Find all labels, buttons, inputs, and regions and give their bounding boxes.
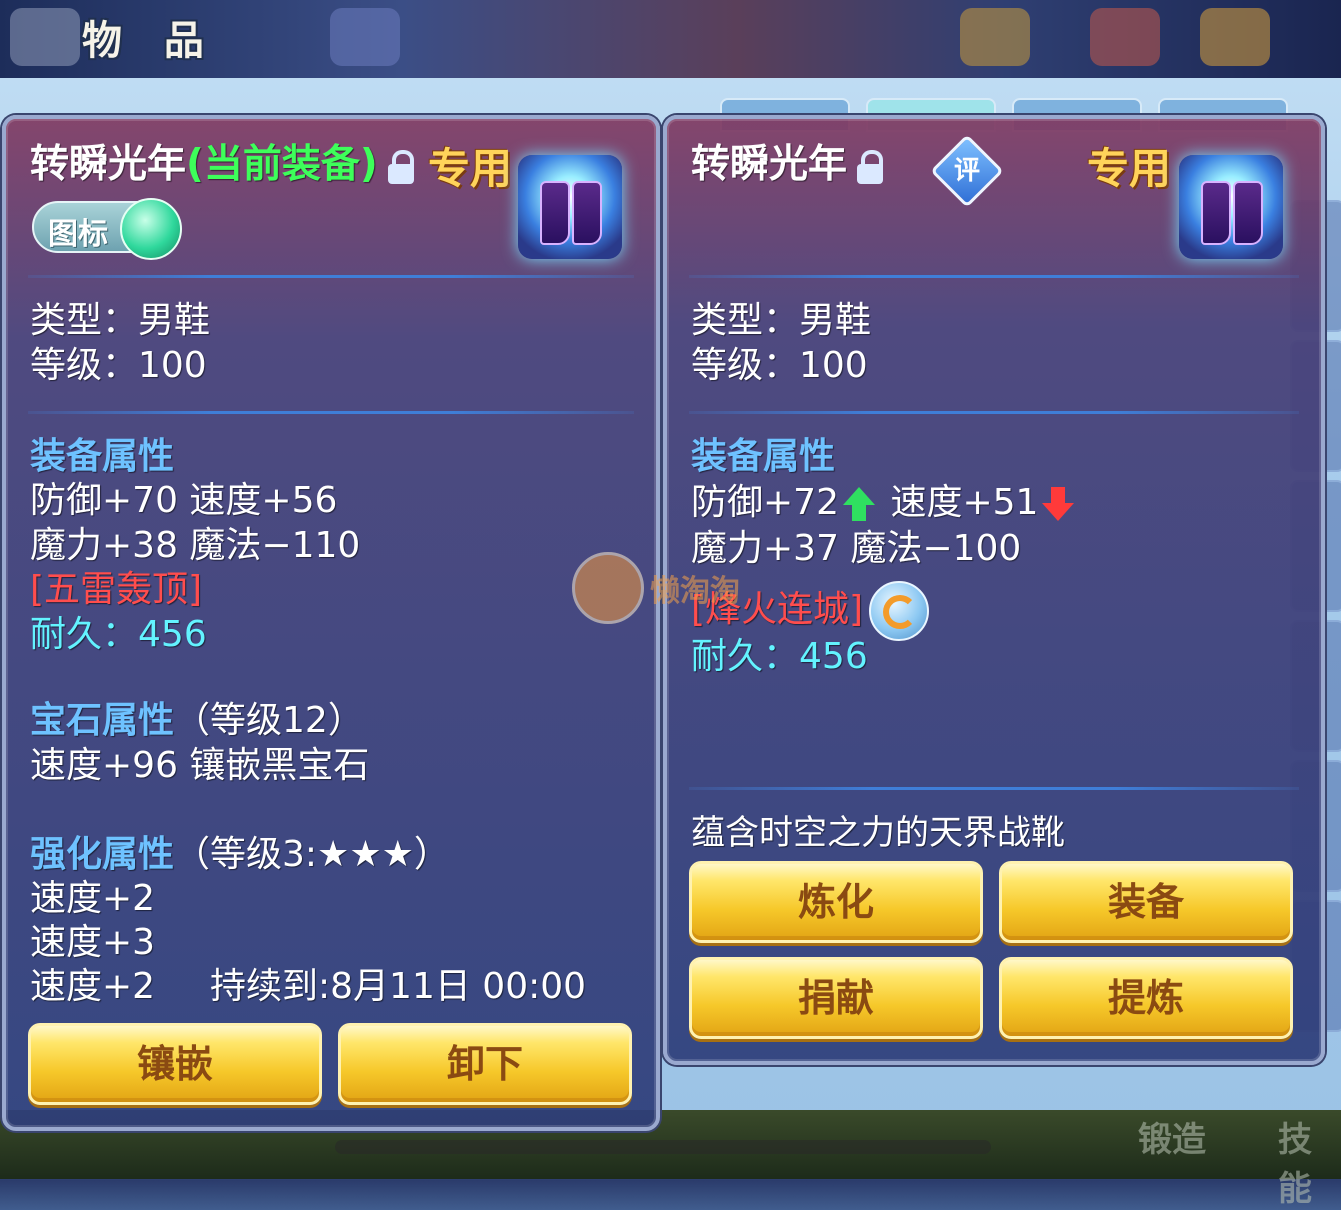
enhance-heading-line: 强化属性（等级3:★★★） xyxy=(30,833,450,877)
special-skill: [五雷轰顶] xyxy=(30,569,203,610)
durability-value: 456 xyxy=(138,614,207,655)
bottom-tab-skills[interactable]: 技能 xyxy=(1278,1112,1341,1210)
equip-attr-heading: 装备属性 xyxy=(691,436,836,477)
bottom-tab-forge[interactable]: 锻造 xyxy=(1138,1112,1206,1161)
scrollbar[interactable] xyxy=(335,1140,991,1154)
gem-heading: 宝石属性 xyxy=(30,700,175,741)
enhance-line: 速度+2 xyxy=(30,966,156,1007)
divider xyxy=(28,411,634,414)
defense-stat: 防御+72 xyxy=(691,482,839,523)
exclusive-label: 专用 xyxy=(428,144,513,193)
item-name: 转瞬光年 xyxy=(30,142,187,187)
refine-button[interactable]: 炼化 xyxy=(689,861,983,943)
equip-attr-line2: 魔力+37 魔法−100 xyxy=(691,528,1022,569)
item-title: 转瞬光年 xyxy=(691,142,884,187)
equip-attr-line1: 防御+72 速度+51 xyxy=(691,481,1078,525)
extract-button[interactable]: 提炼 xyxy=(999,957,1293,1039)
item-description: 蕴含时空之力的天界战靴 xyxy=(691,813,1065,853)
enhance-line: 速度+3 xyxy=(30,922,156,963)
arrow-down-icon xyxy=(1042,487,1075,521)
level-line: 等级：100 xyxy=(30,345,207,386)
banner-decoration xyxy=(10,8,80,66)
item-title: 转瞬光年(当前装备) xyxy=(30,143,414,187)
watermark-text: 懒淘淘 xyxy=(650,574,740,609)
boots-icon xyxy=(518,155,622,259)
inlay-button[interactable]: 镶嵌 xyxy=(28,1023,322,1105)
equip-attr-line1: 防御+70 速度+56 xyxy=(30,480,338,521)
toggle-knob-icon xyxy=(120,198,182,260)
enhance-line: 速度+2 xyxy=(30,878,156,919)
arrow-up-icon xyxy=(842,487,875,521)
lock-icon xyxy=(857,149,884,184)
durability-label: 耐久： xyxy=(30,614,139,655)
icon-toggle[interactable]: 图标 xyxy=(32,198,182,260)
durability-label: 耐久： xyxy=(691,636,800,677)
gem-line: 速度+96 镶嵌黑宝石 xyxy=(30,745,370,786)
item-name: 转瞬光年 xyxy=(691,142,848,187)
type-line: 类型：男鞋 xyxy=(691,300,872,341)
equip-attr-heading: 装备属性 xyxy=(30,436,175,477)
banner-decoration xyxy=(330,8,400,66)
icon-toggle-label: 图标 xyxy=(48,217,108,252)
gem-heading-line: 宝石属性（等级12） xyxy=(30,699,364,743)
enhance-expiry: 持续到:8月11日 00:00 xyxy=(210,966,587,1007)
lock-icon xyxy=(387,149,414,184)
gem-level: （等级12） xyxy=(174,700,364,741)
page-title: 物 品 xyxy=(82,17,218,64)
divider xyxy=(689,411,1299,414)
durability-value: 456 xyxy=(799,636,868,677)
durability-line: 耐久：456 xyxy=(691,635,868,679)
enhance-level: （等级3:★★★） xyxy=(174,834,450,875)
banner-decoration xyxy=(1200,8,1270,66)
divider xyxy=(28,275,634,278)
rate-badge-icon[interactable]: 评 xyxy=(930,134,1004,208)
watermark: 懒淘淘 xyxy=(572,552,740,624)
speed-stat: 速度+51 xyxy=(890,482,1039,523)
enhance-heading: 强化属性 xyxy=(30,834,175,875)
banner-decoration xyxy=(1090,8,1160,66)
watermark-logo-icon xyxy=(572,552,644,624)
rate-badge-label: 评 xyxy=(953,156,980,186)
donate-button[interactable]: 捐献 xyxy=(689,957,983,1039)
exclusive-label: 专用 xyxy=(1087,144,1172,193)
equip-button[interactable]: 装备 xyxy=(999,861,1293,943)
inventory-item-tooltip: 转瞬光年 评 专用 类型：男鞋 等级：100 装备属性 防御+72 速度+51 … xyxy=(663,115,1325,1065)
banner-decoration xyxy=(960,8,1030,66)
refresh-icon[interactable] xyxy=(869,581,930,641)
divider xyxy=(689,275,1299,278)
level-line: 等级：100 xyxy=(691,345,868,386)
current-equipment-tag: (当前装备) xyxy=(186,142,378,187)
unequip-button[interactable]: 卸下 xyxy=(338,1023,632,1105)
durability-line: 耐久：456 xyxy=(30,613,207,657)
equipped-item-tooltip: 转瞬光年(当前装备) 专用 图标 类型：男鞋 等级：100 装备属性 防御+70… xyxy=(2,115,660,1131)
divider xyxy=(689,787,1299,790)
equip-attr-line2: 魔力+38 魔法−110 xyxy=(30,525,361,566)
type-line: 类型：男鞋 xyxy=(30,300,211,341)
boots-icon xyxy=(1179,155,1283,259)
